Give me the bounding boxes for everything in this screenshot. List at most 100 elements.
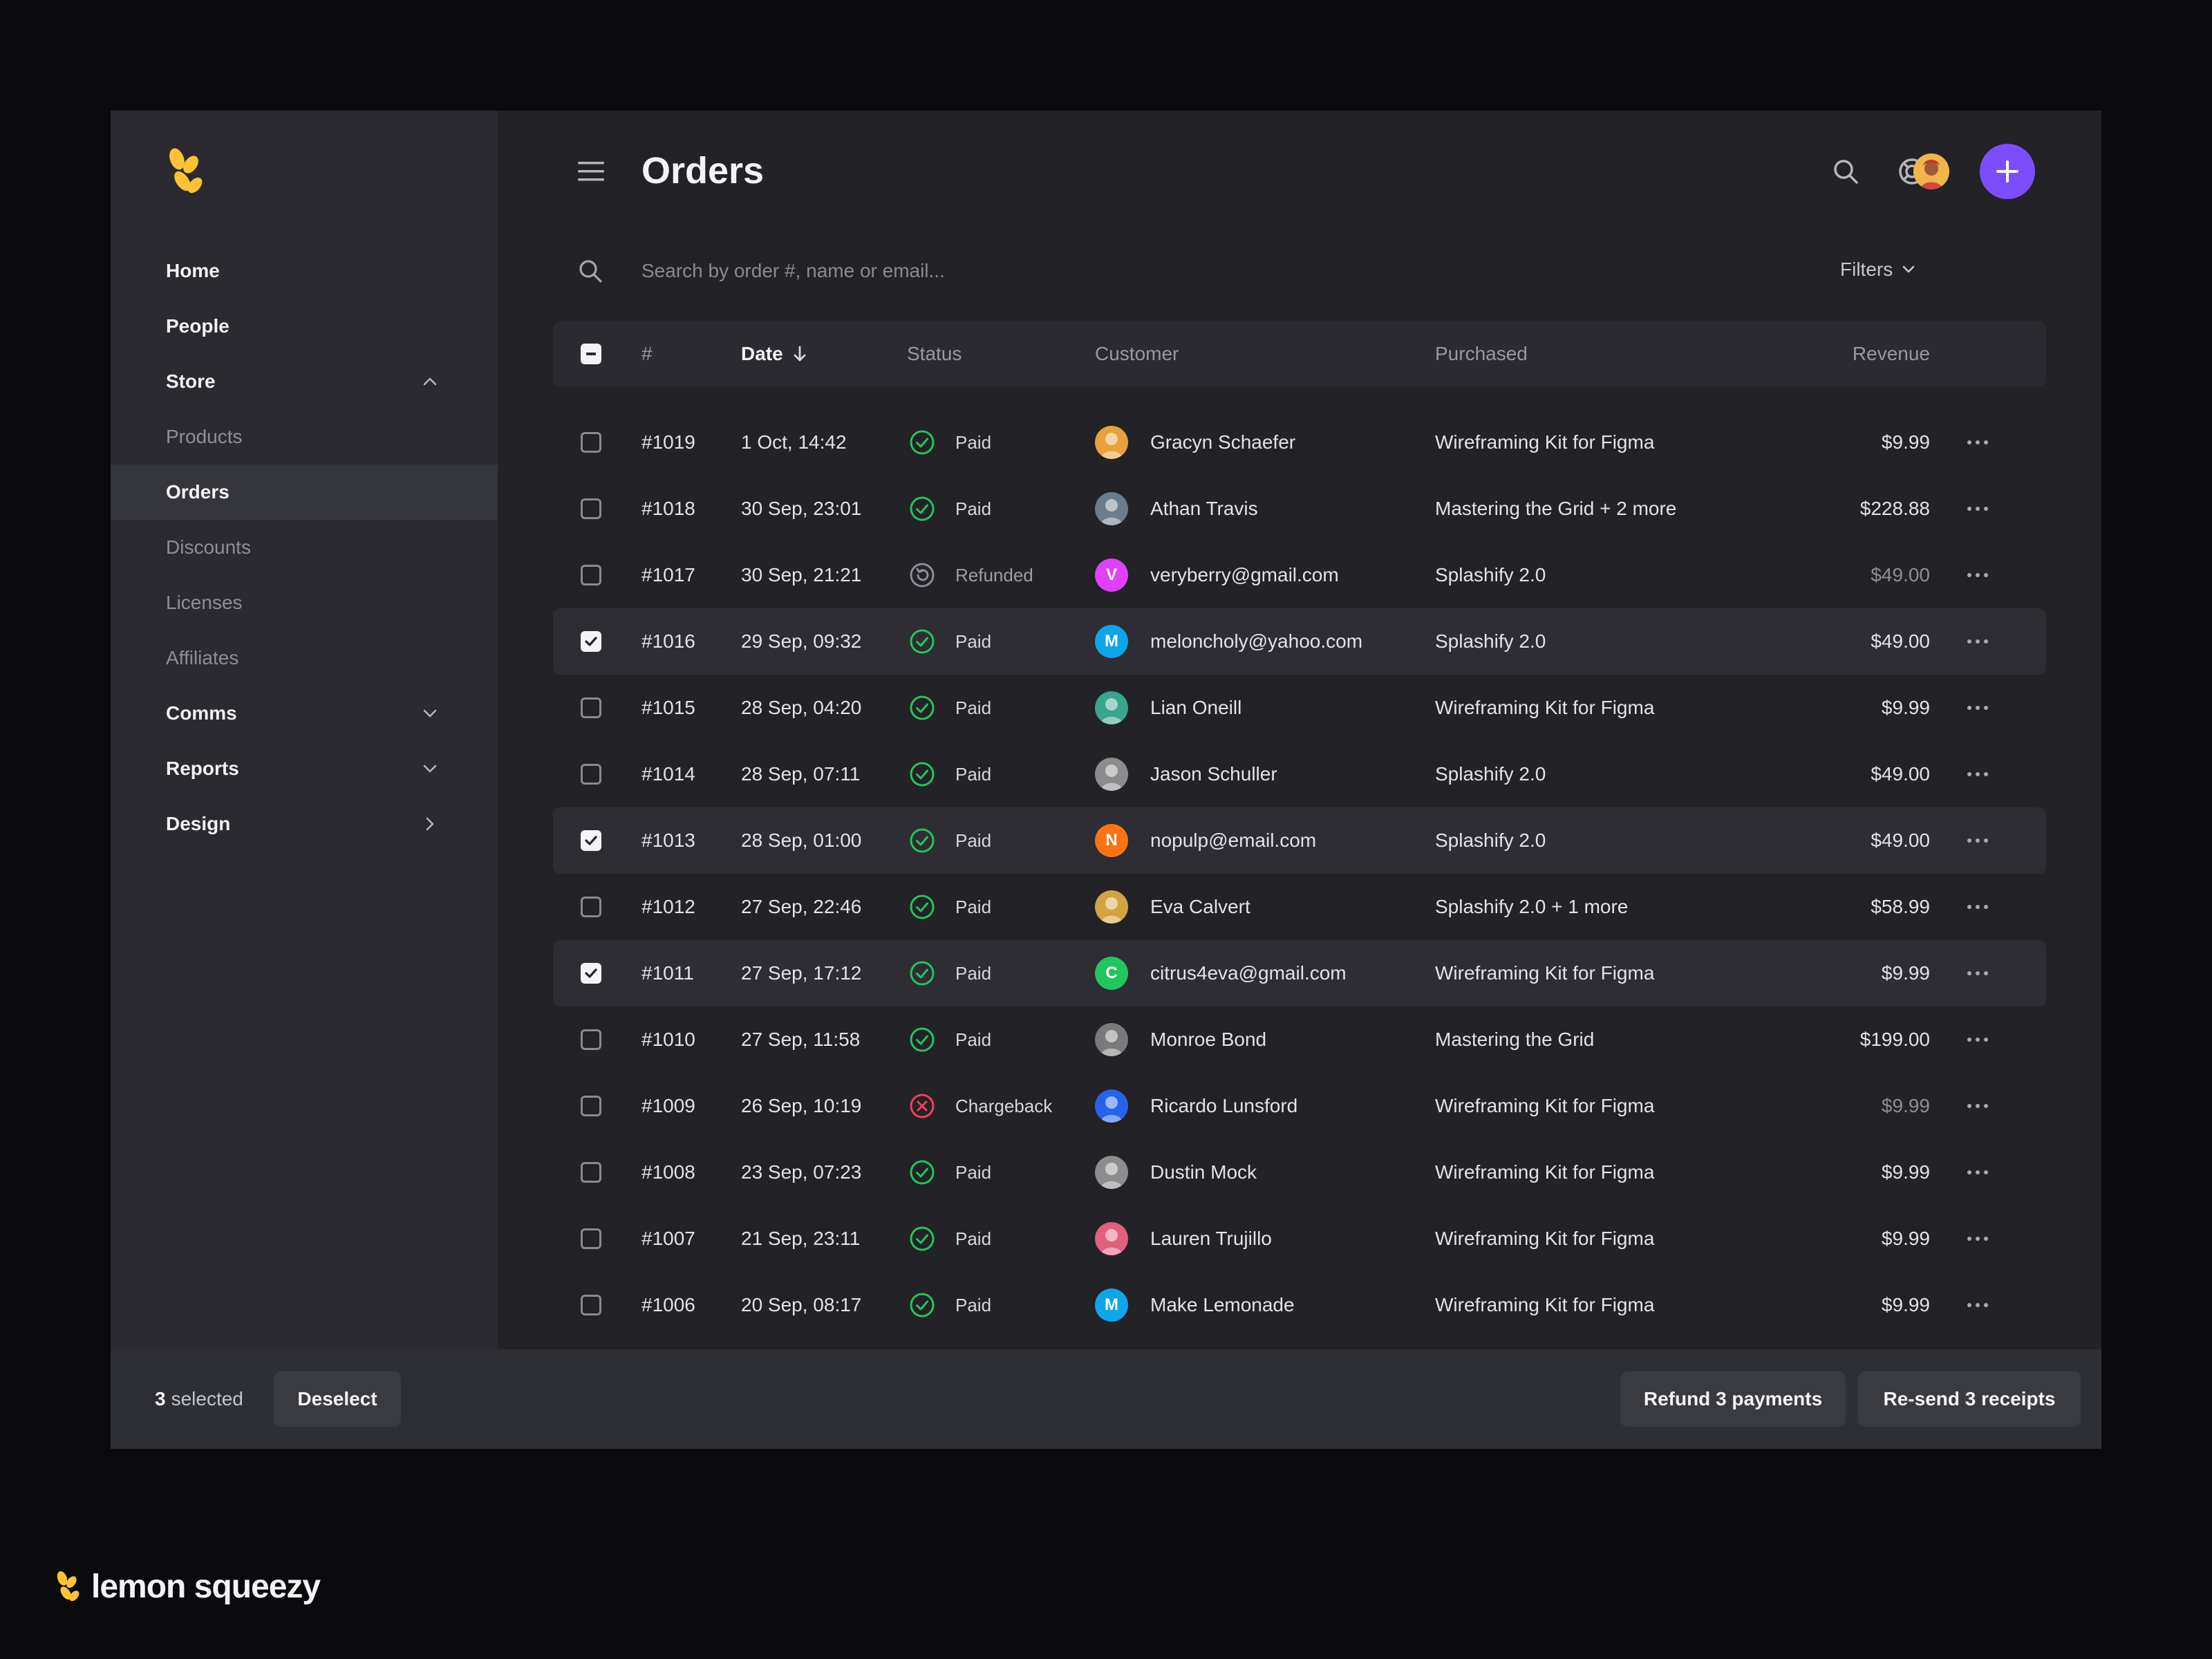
sidebar-item-reports[interactable]: Reports (111, 741, 498, 796)
order-number[interactable]: #1018 (641, 476, 695, 542)
row-more-button[interactable] (1967, 1073, 1988, 1139)
row-checkbox[interactable] (581, 542, 601, 608)
customer-cell[interactable]: Lauren Trujillo (1095, 1206, 1272, 1272)
table-row[interactable]: #1013 28 Sep, 01:00 Paid Nnopulp@email.com S… (553, 807, 2046, 874)
table-row[interactable]: #1014 28 Sep, 07:11 Paid Jason Schuller Spla… (553, 741, 2046, 807)
table-row[interactable]: #1008 23 Sep, 07:23 Paid Dustin Mock Wirefra… (553, 1139, 2046, 1206)
row-checkbox[interactable] (581, 409, 601, 476)
row-more-button[interactable] (1967, 1206, 1988, 1272)
row-more-button[interactable] (1967, 1139, 1988, 1206)
order-date: 28 Sep, 04:20 (741, 697, 862, 718)
order-number[interactable]: #1015 (641, 675, 695, 741)
table-row[interactable]: #1007 21 Sep, 23:11 Paid Lauren Trujillo Wir… (553, 1206, 2046, 1272)
row-more-button[interactable] (1967, 542, 1988, 608)
row-checkbox[interactable] (581, 807, 601, 874)
customer-cell[interactable]: Vveryberry@gmail.com (1095, 542, 1339, 608)
sidebar-item-products[interactable]: Products (111, 409, 498, 465)
row-checkbox[interactable] (581, 1006, 601, 1073)
table-row[interactable]: #1009 26 Sep, 10:19 Chargeback Ricardo Luns… (553, 1073, 2046, 1139)
customer-cell[interactable]: Gracyn Schaefer (1095, 409, 1295, 476)
chevron-right-icon[interactable] (420, 814, 440, 834)
row-more-button[interactable] (1967, 1006, 1988, 1073)
row-more-button[interactable] (1967, 1272, 1988, 1338)
menu-icon[interactable] (577, 159, 606, 184)
customer-cell[interactable]: Ccitrus4eva@gmail.com (1095, 940, 1347, 1006)
table-row[interactable]: #1016 29 Sep, 09:32 Paid Mmeloncholy@yahoo.… (553, 608, 2046, 675)
row-more-button[interactable] (1967, 807, 1988, 874)
table-row[interactable]: #1017 30 Sep, 21:21 Refunded Vveryberry@gma… (553, 542, 2046, 608)
customer-cell[interactable]: Mmeloncholy@yahoo.com (1095, 608, 1362, 675)
deselect-button[interactable]: Deselect (274, 1371, 401, 1427)
table-row[interactable]: #1015 28 Sep, 04:20 Paid Lian Oneill Wirefra… (553, 675, 2046, 741)
revenue-cell: $9.99 (1797, 1206, 1930, 1272)
chevron-down-icon[interactable] (420, 704, 440, 723)
order-number[interactable]: #1007 (641, 1206, 695, 1272)
search-icon[interactable] (1830, 156, 1861, 187)
order-number[interactable]: #1012 (641, 874, 695, 940)
row-checkbox[interactable] (581, 1139, 601, 1206)
order-number[interactable]: #1017 (641, 542, 695, 608)
order-date: 20 Sep, 08:17 (741, 1294, 862, 1315)
row-more-button[interactable] (1967, 940, 1988, 1006)
order-number[interactable]: #1008 (641, 1139, 695, 1206)
sidebar-item-home[interactable]: Home (111, 243, 498, 299)
order-number[interactable]: #1011 (641, 940, 694, 1006)
row-more-button[interactable] (1967, 874, 1988, 940)
table-row[interactable]: #1006 20 Sep, 08:17 Paid M Make Lemonade Wire… (553, 1272, 2046, 1338)
customer-cell[interactable]: Eva Calvert (1095, 874, 1250, 940)
sidebar-item-store[interactable]: Store (111, 354, 498, 409)
table-row[interactable]: #1019 1 Oct, 14:42 Paid Gracyn Schaefer Wire… (553, 409, 2046, 476)
row-checkbox[interactable] (581, 741, 601, 807)
order-number[interactable]: #1010 (641, 1006, 695, 1073)
header-date[interactable]: Date (741, 321, 809, 387)
order-number[interactable]: #1014 (641, 741, 695, 807)
user-avatar[interactable] (1913, 153, 1949, 189)
customer-cell[interactable]: Ricardo Lunsford (1095, 1073, 1297, 1139)
chevron-down-icon[interactable] (420, 759, 440, 778)
customer-cell[interactable]: Lian Oneill (1095, 675, 1241, 741)
row-more-button[interactable] (1967, 608, 1988, 675)
customer-cell[interactable]: Dustin Mock (1095, 1139, 1257, 1206)
row-checkbox[interactable] (581, 1073, 601, 1139)
filters-dropdown[interactable]: Filters (1840, 259, 1918, 281)
lemon-logo-icon[interactable] (165, 148, 206, 196)
search-input[interactable] (641, 252, 1609, 290)
row-checkbox[interactable] (581, 940, 601, 1006)
table-row[interactable]: #1011 27 Sep, 17:12 Paid Ccitrus4eva@gmail.… (553, 940, 2046, 1006)
customer-cell[interactable]: Nnopulp@email.com (1095, 807, 1316, 874)
row-checkbox[interactable] (581, 608, 601, 675)
table-row[interactable]: #1012 27 Sep, 22:46 Paid Eva Calvert Splashi… (553, 874, 2046, 940)
order-number[interactable]: #1013 (641, 807, 695, 874)
chevron-up-icon[interactable] (420, 372, 440, 391)
sidebar-item-discounts[interactable]: Discounts (111, 520, 498, 575)
order-number[interactable]: #1016 (641, 608, 695, 675)
sidebar-item-people[interactable]: People (111, 299, 498, 354)
row-checkbox[interactable] (581, 1272, 601, 1338)
order-number[interactable]: #1006 (641, 1272, 695, 1338)
refund-payments-button[interactable]: Refund 3 payments (1620, 1371, 1846, 1427)
customer-cell[interactable]: Jason Schuller (1095, 741, 1277, 807)
row-more-button[interactable] (1967, 675, 1988, 741)
select-all-checkbox[interactable] (581, 321, 601, 387)
row-more-button[interactable] (1967, 741, 1988, 807)
row-checkbox[interactable] (581, 476, 601, 542)
sidebar-item-orders[interactable]: Orders (111, 465, 498, 520)
order-number[interactable]: #1019 (641, 409, 695, 476)
row-more-button[interactable] (1967, 409, 1988, 476)
row-more-button[interactable] (1967, 476, 1988, 542)
customer-cell[interactable]: M Make Lemonade (1095, 1272, 1295, 1338)
customer-cell[interactable]: Monroe Bond (1095, 1006, 1266, 1073)
row-checkbox[interactable] (581, 675, 601, 741)
table-row[interactable]: #1018 30 Sep, 23:01 Paid Athan Travis Master… (553, 476, 2046, 542)
sidebar-item-comms[interactable]: Comms (111, 686, 498, 741)
sidebar-item-licenses[interactable]: Licenses (111, 575, 498, 630)
table-row[interactable]: #1010 27 Sep, 11:58 Paid Monroe Bond Masteri… (553, 1006, 2046, 1073)
sidebar-item-design[interactable]: Design (111, 796, 498, 852)
sidebar-item-affiliates[interactable]: Affiliates (111, 630, 498, 686)
row-checkbox[interactable] (581, 1206, 601, 1272)
add-button[interactable] (1980, 144, 2035, 199)
row-checkbox[interactable] (581, 874, 601, 940)
order-number[interactable]: #1009 (641, 1073, 695, 1139)
customer-cell[interactable]: Athan Travis (1095, 476, 1258, 542)
resend-receipts-button[interactable]: Re-send 3 receipts (1858, 1371, 2081, 1427)
